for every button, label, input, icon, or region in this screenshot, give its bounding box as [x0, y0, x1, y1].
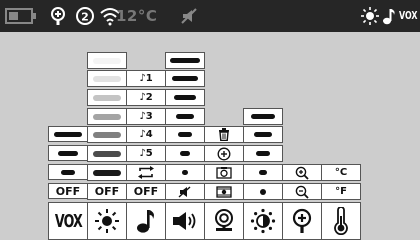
camera-icon	[215, 209, 233, 231]
plus-circle-icon	[217, 147, 231, 160]
sensor-level-3[interactable]	[243, 126, 283, 143]
celsius-option[interactable]: °C	[321, 164, 361, 181]
music-tab[interactable]	[126, 202, 166, 240]
trash-icon	[219, 128, 229, 141]
add-option[interactable]	[204, 145, 244, 162]
sensor-level-1[interactable]	[243, 164, 283, 181]
volume-level-6[interactable]	[165, 70, 205, 87]
vox-tab[interactable]: VOX	[48, 202, 88, 240]
brightness-level-0[interactable]	[87, 164, 127, 181]
brightness-level-5[interactable]	[87, 70, 127, 87]
brightness-level-1[interactable]	[87, 145, 127, 162]
speaker-icon	[173, 212, 196, 230]
vox-off-option[interactable]: OFF	[48, 183, 88, 199]
brightness-off-option[interactable]: OFF	[87, 183, 127, 200]
music-note-icon	[137, 210, 154, 233]
brightness-level-2[interactable]	[87, 126, 127, 143]
fahrenheit-label: °F	[335, 186, 347, 197]
vox-tab-label: VOX	[54, 210, 82, 232]
celsius-label: °C	[334, 167, 348, 178]
brightness-tab[interactable]	[87, 202, 127, 240]
video-mode-option[interactable]	[204, 183, 244, 200]
fahrenheit-option[interactable]: °F	[321, 183, 361, 200]
brightness-level-3[interactable]	[87, 108, 127, 125]
photo-icon	[216, 166, 232, 179]
off-label: OFF	[94, 185, 120, 198]
vox-level-4[interactable]	[48, 126, 88, 142]
light-sensor-tab[interactable]	[243, 202, 283, 240]
volume-level-7[interactable]	[165, 52, 205, 69]
mute-icon	[178, 185, 191, 198]
off-label: OFF	[55, 184, 81, 198]
sensor-min-option[interactable]	[243, 183, 283, 200]
volume-level-1[interactable]	[165, 164, 205, 181]
repeat-option[interactable]	[126, 164, 166, 181]
track-1-option[interactable]: ♪1	[126, 70, 166, 87]
brightness-level-4[interactable]	[87, 89, 127, 106]
temperature-tab[interactable]	[321, 202, 361, 240]
track-4-option[interactable]: ♪4	[126, 126, 166, 143]
track-4-label: ♪4	[139, 129, 153, 140]
zoom-in-option[interactable]	[282, 164, 322, 181]
thermometer-icon	[334, 207, 348, 235]
video-icon	[216, 185, 232, 198]
off-label: OFF	[133, 185, 159, 198]
photo-mode-option[interactable]	[204, 164, 244, 181]
repeat-icon	[138, 166, 154, 179]
dot	[260, 188, 266, 195]
zoom-tab[interactable]	[282, 202, 322, 240]
volume-level-3[interactable]	[165, 126, 205, 143]
mute-option[interactable]	[165, 183, 205, 200]
track-5-option[interactable]: ♪5	[126, 145, 166, 162]
track-3-option[interactable]: ♪3	[126, 108, 166, 125]
brightness-level-6[interactable]	[87, 52, 127, 69]
track-3-label: ♪3	[139, 111, 153, 122]
volume-level-2[interactable]	[165, 145, 205, 162]
zoom-out-icon	[295, 185, 309, 199]
zoom-out-option[interactable]	[282, 183, 322, 200]
delete-option[interactable]	[204, 126, 244, 143]
camera-tab[interactable]	[204, 202, 244, 240]
track-2-label: ♪2	[139, 92, 153, 103]
light-sensor-icon	[250, 208, 276, 234]
volume-level-4[interactable]	[165, 108, 205, 125]
menu-grid: OFF VOX OFF ♪1 ♪2 ♪3 ♪4 ♪5 OFF °C °F	[0, 0, 420, 240]
zoom-icon	[292, 208, 312, 233]
vox-level-2[interactable]	[48, 164, 88, 180]
brightness-icon	[95, 209, 119, 233]
music-off-option[interactable]: OFF	[126, 183, 166, 200]
zoom-in-icon	[295, 166, 309, 180]
volume-tab[interactable]	[165, 202, 205, 240]
vox-level-3[interactable]	[48, 145, 88, 161]
sensor-level-4[interactable]	[243, 108, 283, 125]
track-2-option[interactable]: ♪2	[126, 89, 166, 106]
track-5-label: ♪5	[139, 148, 153, 159]
volume-level-5[interactable]	[165, 89, 205, 106]
track-1-label: ♪1	[139, 73, 153, 84]
sensor-level-2[interactable]	[243, 145, 283, 162]
